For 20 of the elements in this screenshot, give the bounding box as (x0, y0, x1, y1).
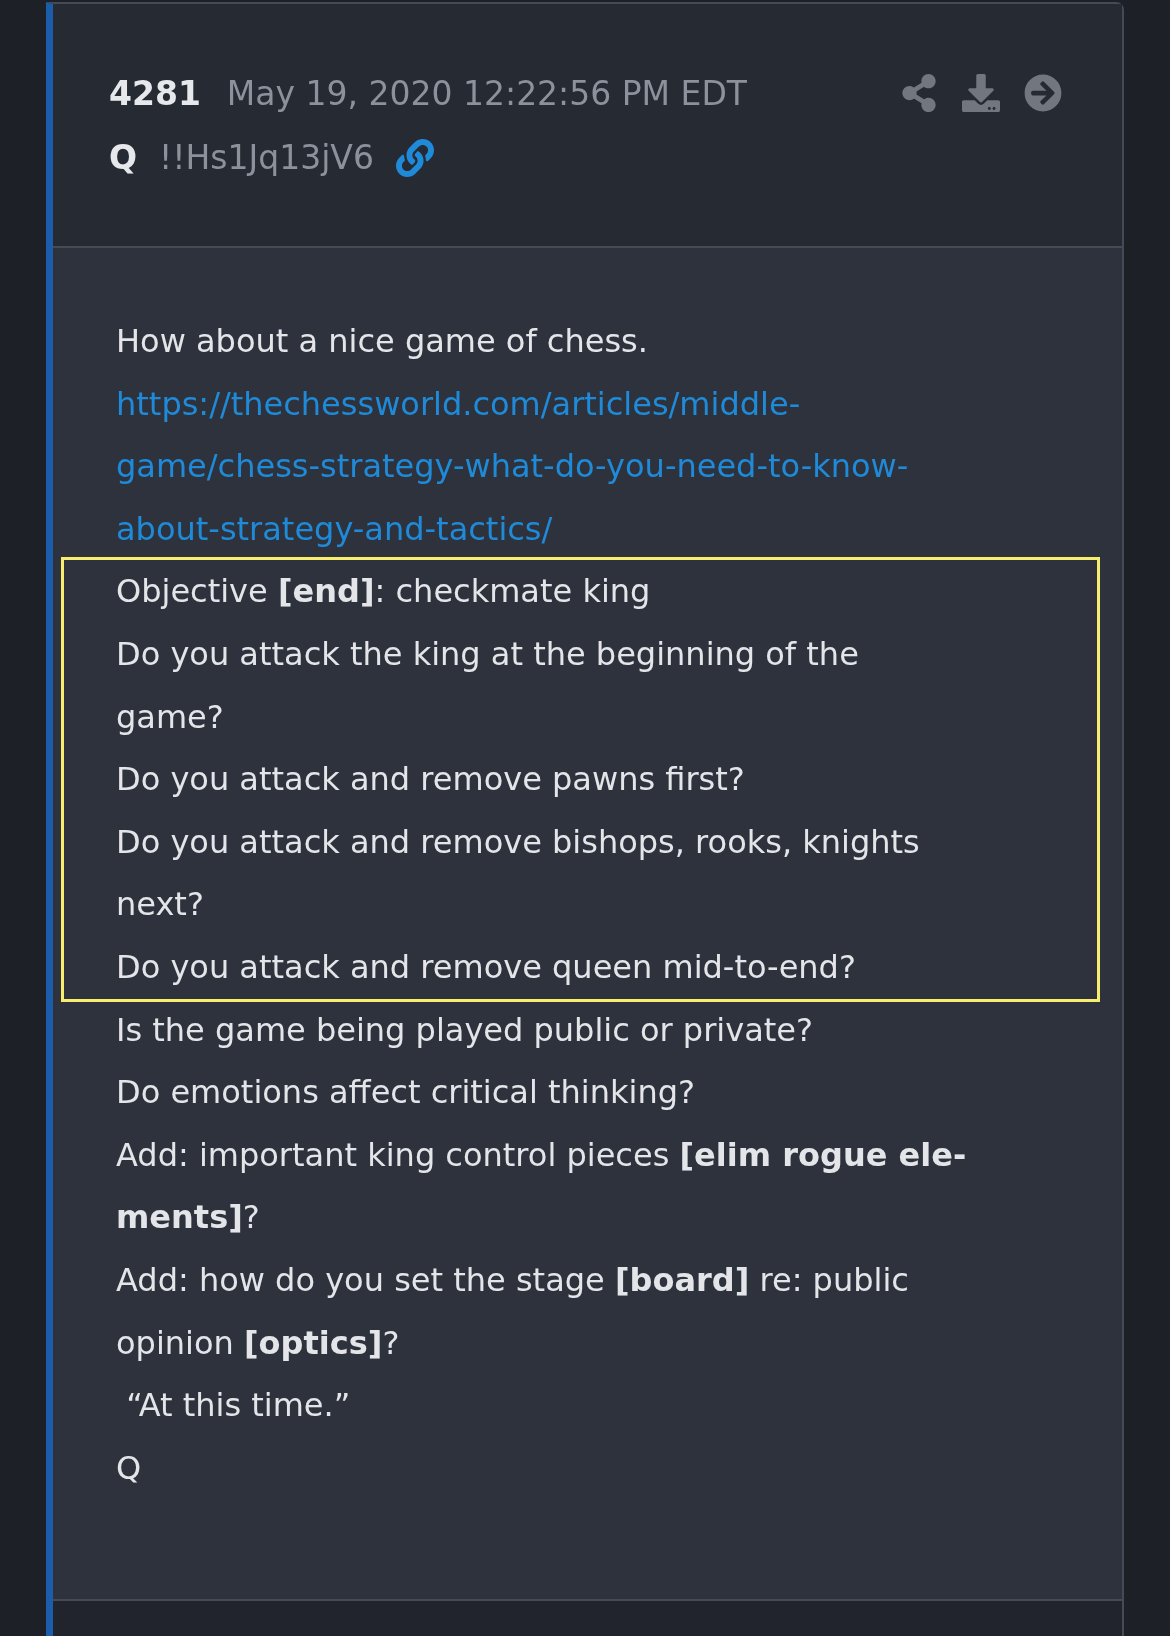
share-icon[interactable] (900, 74, 938, 112)
link-icon[interactable] (395, 139, 434, 177)
post-date: May 19, 2020 12:22:56 PM EDT (226, 73, 747, 115)
download-icon[interactable] (962, 74, 1000, 112)
post-text-line: Do you attack and remove queen mid-to-end? (116, 946, 857, 988)
article-link[interactable]: https://thechessworld.com/articles/middle- game/chess-strategy-what-do-you-need-to-know- about-strategy-and-tactics/ (116, 372, 1100, 561)
tripcode: !!Hs1Jq13jV6 (159, 137, 374, 179)
author-name: Q (109, 137, 138, 179)
post-text-line: “At this time.” (125, 1385, 352, 1427)
post-text-line: Objective [end]: checkmate king (116, 571, 652, 613)
post-text-line: Do emotions affect critical thinking? (116, 1072, 696, 1114)
post-text-line: How about a nice game of chess. (116, 321, 649, 362)
post-text-line: Is the game being played public or private? (116, 1009, 814, 1051)
post-text-line: Add: important king control pieces [elim rogue ele- ments]? (116, 1134, 968, 1239)
post-number: 4281 (109, 73, 201, 115)
post-text-line: Do you attack the king at the beginning of the game? (116, 633, 860, 738)
post-text-line: Do you attack and remove pawns first? (116, 759, 746, 801)
post-text-line: Do you attack and remove bishops, rooks, knights next? (116, 821, 921, 926)
post-text-line: Q (116, 1447, 143, 1489)
post-text-line: Add: how do you set the stage [board] re: public opinion [optics]? (116, 1259, 910, 1364)
